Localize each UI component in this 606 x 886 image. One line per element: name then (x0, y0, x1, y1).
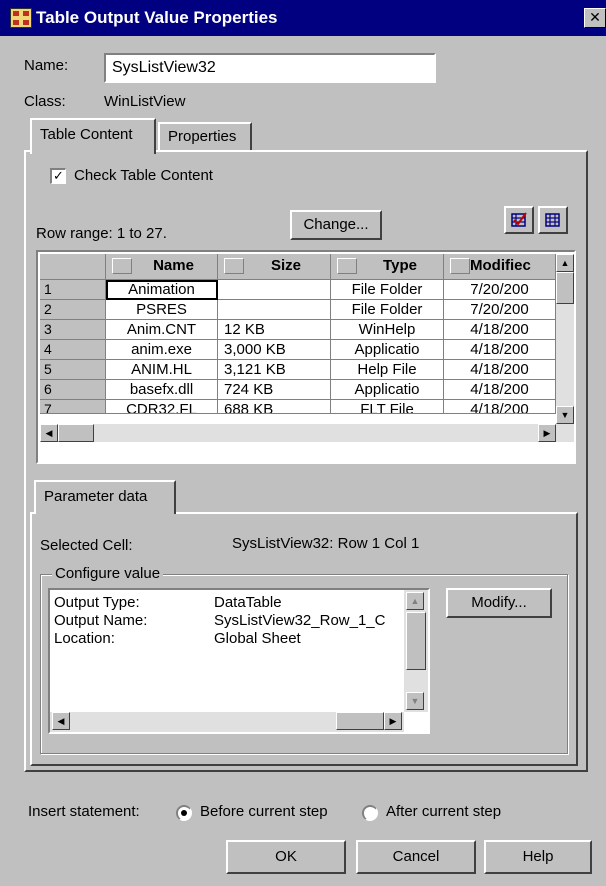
after-current-step-radio[interactable] (362, 805, 378, 821)
select-all-cells-icon[interactable] (504, 206, 534, 234)
table-cell[interactable]: 4/18/200 (444, 320, 556, 340)
row-header[interactable]: 3 (40, 320, 106, 340)
table-cell[interactable]: File Folder (331, 280, 444, 300)
row-range-label: Row range: 1 to 27. (36, 225, 167, 242)
table-cell[interactable]: 724 KB (218, 380, 331, 400)
column-header-size[interactable]: Size (218, 254, 331, 280)
scroll-down-icon[interactable]: ▼ (556, 406, 574, 424)
tab-parameter-data[interactable]: Parameter data (34, 480, 176, 514)
table-cell[interactable] (218, 300, 331, 320)
table-cell[interactable]: 3,000 KB (218, 340, 331, 360)
class-value: WinListView (104, 93, 186, 110)
name-label: Name: (24, 57, 69, 74)
grid-vertical-scrollbar[interactable]: ▲ ▼ (556, 254, 574, 424)
insert-statement-label: Insert statement: (28, 803, 140, 820)
scroll-up-icon[interactable]: ▲ (556, 254, 574, 272)
table-output-value-dialog: Table Output Value Properties ✕ Name: Cl… (0, 0, 606, 886)
output-name-key: Output Name: (54, 612, 148, 629)
modify-button[interactable]: Modify... (446, 588, 552, 618)
close-icon[interactable]: ✕ (584, 8, 606, 28)
scroll-thumb[interactable] (58, 424, 94, 442)
table-cell[interactable]: PSRES (106, 300, 218, 320)
table-cell[interactable]: File Folder (331, 300, 444, 320)
row-header[interactable]: 6 (40, 380, 106, 400)
title-bar[interactable]: Table Output Value Properties ✕ (0, 0, 606, 36)
table-cell[interactable]: 688 KB (218, 400, 331, 414)
location-value: Global Sheet (214, 630, 301, 647)
table-cell[interactable]: 4/18/200 (444, 340, 556, 360)
class-label: Class: (24, 93, 66, 110)
cancel-button[interactable]: Cancel (356, 840, 476, 874)
selected-cell-value: SysListView32: Row 1 Col 1 (232, 535, 420, 552)
table-cell[interactable]: CDR32.FL (106, 400, 218, 414)
row-header[interactable]: 7 (40, 400, 106, 414)
name-field[interactable] (104, 53, 436, 83)
table-cell[interactable]: 3,121 KB (218, 360, 331, 380)
row-header[interactable]: 1 (40, 280, 106, 300)
table-cell[interactable]: Anim.CNT (106, 320, 218, 340)
help-button[interactable]: Help (484, 840, 592, 874)
tab-table-content-label: Table Content (40, 126, 133, 143)
table-cell[interactable]: Applicatio (331, 340, 444, 360)
ok-button[interactable]: OK (226, 840, 346, 874)
grid-horizontal-scrollbar[interactable]: ◀ ▶ (40, 424, 574, 442)
scroll-thumb[interactable] (336, 712, 384, 730)
column-header-type[interactable]: Type (331, 254, 444, 280)
selected-cell-label: Selected Cell: (40, 537, 133, 554)
grid-corner-header (40, 254, 106, 280)
tab-properties-label: Properties (168, 128, 237, 145)
table-cell[interactable]: basefx.dll (106, 380, 218, 400)
textbox-vertical-scrollbar[interactable]: ▲ ▼ (404, 590, 428, 712)
tab-parameter-data-label: Parameter data (44, 488, 148, 505)
table-cell[interactable]: 4/18/200 (444, 360, 556, 380)
configure-value-textbox[interactable]: Output Type: DataTable Output Name: SysL… (48, 588, 430, 734)
row-header[interactable]: 2 (40, 300, 106, 320)
table-cell[interactable]: 12 KB (218, 320, 331, 340)
row-header[interactable]: 4 (40, 340, 106, 360)
table-cell[interactable]: Applicatio (331, 380, 444, 400)
scroll-down-icon[interactable]: ▼ (406, 692, 424, 710)
scroll-left-icon[interactable]: ◀ (52, 712, 70, 730)
table-content-grid[interactable]: Name Size Type Modifiec 1 Animation File… (36, 250, 576, 464)
textbox-horizontal-scrollbar[interactable]: ◀ ▶ (50, 712, 404, 732)
scroll-up-icon[interactable]: ▲ (406, 592, 424, 610)
change-button[interactable]: Change... (290, 210, 382, 240)
before-current-step-radio[interactable] (176, 805, 192, 821)
table-cell[interactable]: 4/18/200 (444, 380, 556, 400)
check-table-content-checkbox[interactable]: ✓ (50, 168, 66, 184)
table-cell[interactable] (218, 280, 331, 300)
table-cell[interactable]: ANIM.HL (106, 360, 218, 380)
location-key: Location: (54, 630, 115, 647)
scroll-right-icon[interactable]: ▶ (384, 712, 402, 730)
tab-table-content[interactable]: Table Content (30, 118, 156, 154)
table-cell[interactable]: anim.exe (106, 340, 218, 360)
before-current-step-label: Before current step (200, 803, 328, 820)
column-header-name[interactable]: Name (106, 254, 218, 280)
column-header-modified[interactable]: Modifiec (444, 254, 556, 280)
scroll-right-icon[interactable]: ▶ (538, 424, 556, 442)
table-cell[interactable]: Help File (331, 360, 444, 380)
clear-selection-icon[interactable] (538, 206, 568, 234)
window-title: Table Output Value Properties (36, 8, 278, 27)
scroll-left-icon[interactable]: ◀ (40, 424, 58, 442)
scroll-thumb[interactable] (556, 272, 574, 304)
table-cell[interactable]: 7/20/200 (444, 300, 556, 320)
table-cell[interactable]: 4/18/200 (444, 400, 556, 414)
after-current-step-label: After current step (386, 803, 502, 820)
output-type-key: Output Type: (54, 594, 140, 611)
output-type-value: DataTable (214, 594, 282, 611)
row-header[interactable]: 5 (40, 360, 106, 380)
table-cell[interactable]: FLT File (331, 400, 444, 414)
configure-value-label: Configure value (52, 565, 164, 582)
table-cell[interactable]: WinHelp (331, 320, 444, 340)
table-cell[interactable]: 7/20/200 (444, 280, 556, 300)
tab-properties[interactable]: Properties (158, 122, 252, 152)
output-name-value: SysListView32_Row_1_C (214, 612, 386, 629)
check-table-content-label: Check Table Content (74, 167, 213, 184)
table-cell[interactable]: Animation (106, 280, 218, 300)
scroll-thumb[interactable] (406, 612, 426, 670)
table-app-icon (10, 8, 32, 28)
